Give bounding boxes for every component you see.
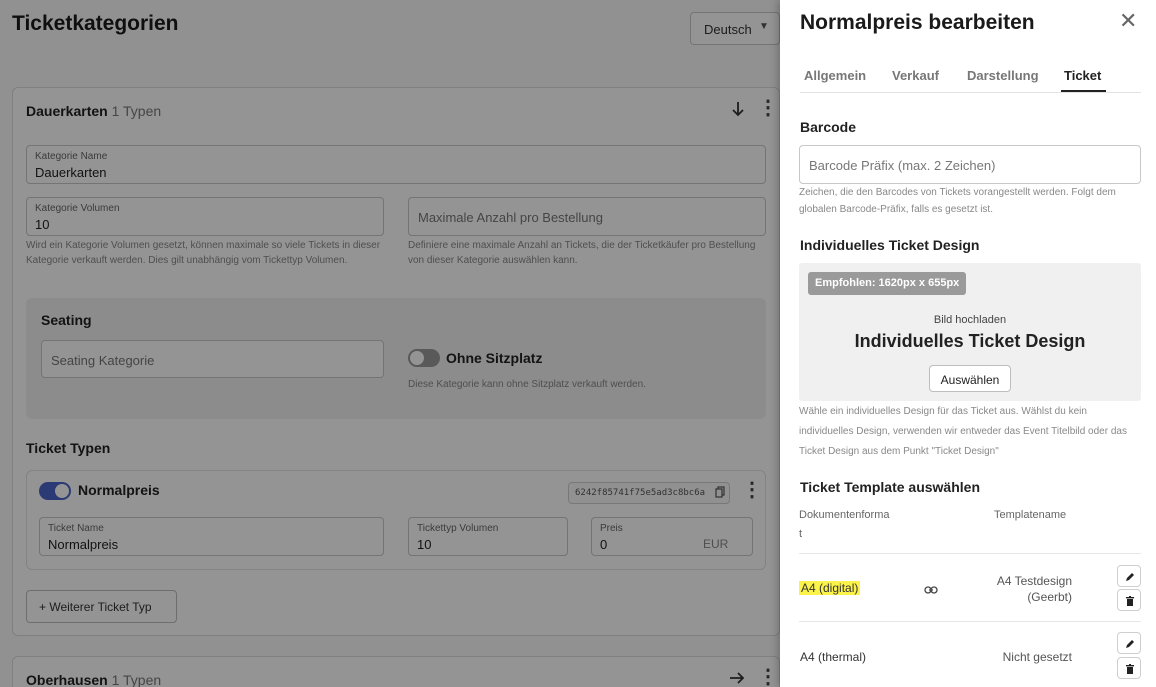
design-help-text: Wähle ein individuelles Design für das T… (799, 406, 1127, 457)
design-title: Individuelles Ticket Design (800, 237, 980, 253)
delete-template-button[interactable] (1117, 589, 1141, 611)
close-icon[interactable]: ✕ (1119, 8, 1137, 34)
template-row-name: A4 Testdesign (Geerbt) (970, 573, 1072, 605)
recommended-size-badge: Empfohlen: 1620px x 655px (808, 272, 967, 295)
format-value: A4 (digital) (799, 581, 861, 595)
drawer-title: Normalpreis bearbeiten (800, 11, 1035, 34)
delete-template-button[interactable] (1117, 657, 1141, 679)
field-placeholder: Barcode Präfix (max. 2 Zeichen) (809, 158, 996, 173)
tab-darstellung[interactable]: Darstellung (967, 68, 1039, 83)
column-format: Dokumentenforma (799, 509, 890, 521)
active-tab-indicator (1061, 90, 1106, 92)
modal-backdrop[interactable] (0, 0, 780, 687)
edit-template-button[interactable] (1117, 565, 1141, 587)
template-inherited: (Geerbt) (1027, 590, 1072, 604)
template-row-format: A4 (thermal) (800, 650, 867, 664)
trash-icon (1126, 664, 1134, 674)
template-row-format: A4 (digital) (799, 581, 861, 595)
tab-verkauf[interactable]: Verkauf (892, 68, 939, 83)
pencil-icon (1126, 573, 1134, 581)
barcode-prefix-input[interactable]: Barcode Präfix (max. 2 Zeichen) (799, 145, 1141, 184)
barcode-title: Barcode (800, 119, 857, 135)
choose-file-button[interactable]: Auswählen (929, 365, 1011, 392)
upload-title: Individuelles Ticket Design (854, 331, 1086, 351)
upload-hint: Bild hochladen (933, 314, 1007, 326)
edit-ticket-drawer: Normalpreis bearbeiten ✕ Allgemein Verka… (780, 0, 1156, 687)
row-divider (799, 553, 1141, 554)
column-format-wrap: t (799, 528, 803, 540)
column-template: Templatename (994, 509, 1067, 521)
tabs-divider (800, 92, 1141, 93)
row-divider (799, 621, 1141, 622)
link-icon[interactable] (924, 582, 938, 600)
template-title: Ticket Template auswählen (800, 479, 980, 495)
trash-icon (1126, 596, 1134, 606)
pencil-icon (1126, 640, 1134, 648)
barcode-help-text: Zeichen, die den Barcodes von Tickets vo… (799, 187, 1116, 215)
tab-allgemein[interactable]: Allgemein (804, 68, 866, 83)
tab-ticket[interactable]: Ticket (1064, 68, 1101, 83)
template-name: A4 Testdesign (996, 574, 1072, 588)
template-row-name: Nicht gesetzt (1002, 650, 1072, 664)
edit-template-button[interactable] (1117, 632, 1141, 654)
